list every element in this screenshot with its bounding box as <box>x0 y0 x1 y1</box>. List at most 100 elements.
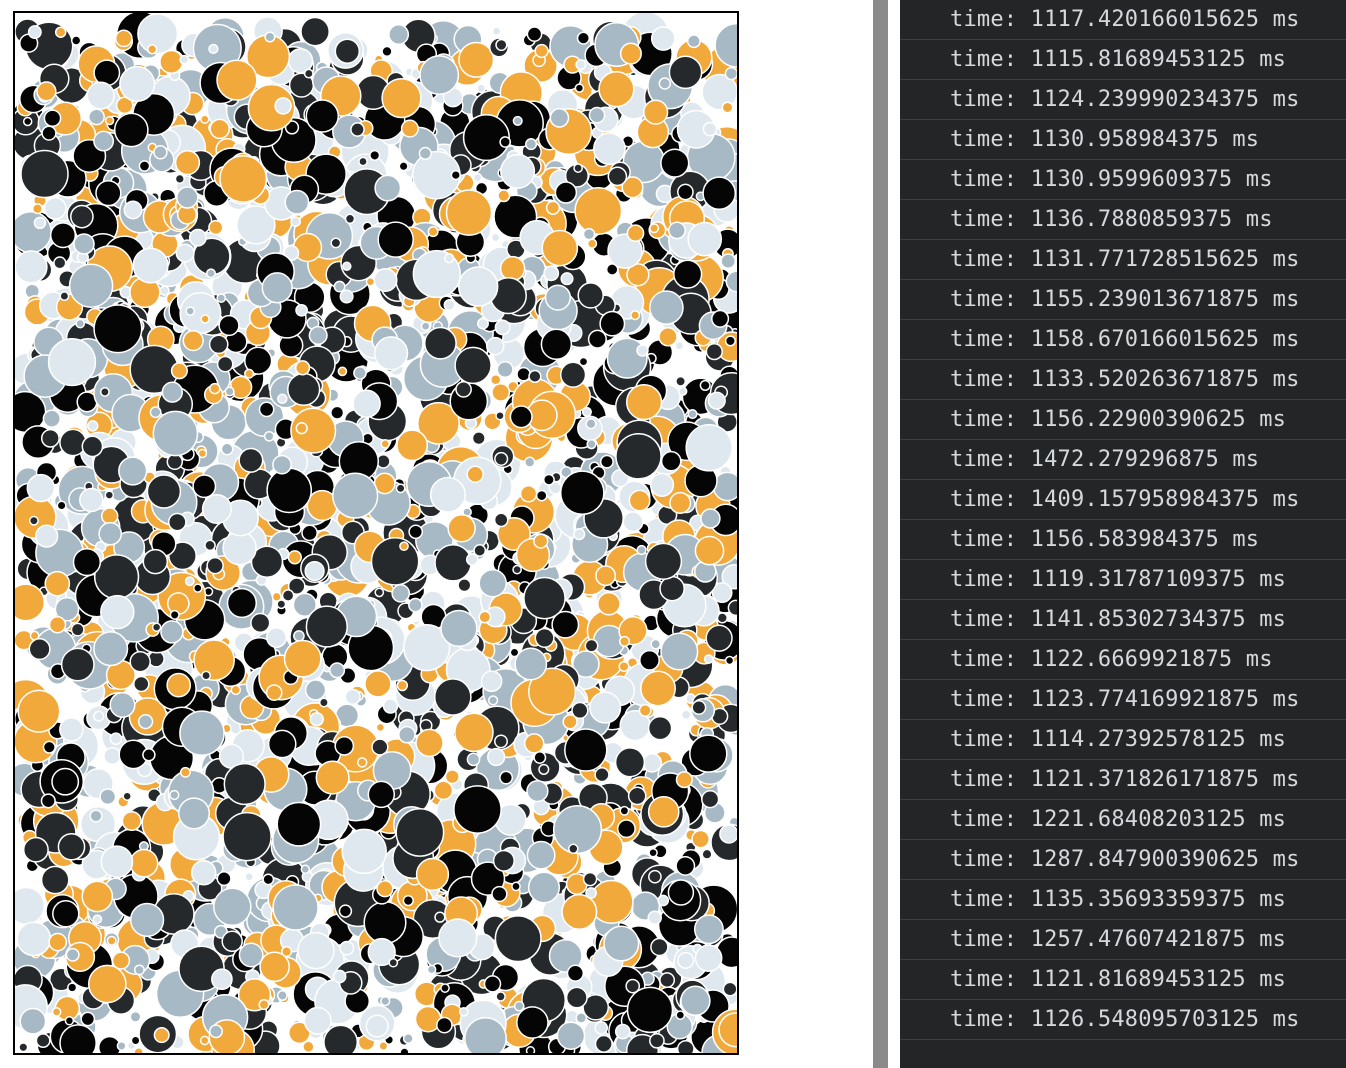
bubble <box>99 386 110 397</box>
bubble <box>201 670 212 681</box>
bubble <box>295 303 308 317</box>
bubble <box>27 25 42 40</box>
bubble <box>303 1006 332 1035</box>
console-log-row: time: 1130.9599609375 ms <box>900 160 1346 200</box>
bubble <box>373 336 409 371</box>
bubble <box>649 472 675 497</box>
bubble <box>132 247 169 284</box>
bubble <box>395 483 406 494</box>
panel-divider[interactable] <box>873 0 888 1068</box>
bubble <box>330 405 345 420</box>
bubble <box>495 410 505 421</box>
bubble <box>478 568 507 598</box>
bubble <box>443 298 456 312</box>
bubble <box>374 587 385 598</box>
bubble <box>197 448 208 459</box>
bubble <box>544 284 572 311</box>
bubble <box>434 543 472 582</box>
console-log-row: time: 1257.47607421875 ms <box>900 920 1346 960</box>
bubble <box>216 293 227 303</box>
bubble <box>330 237 342 249</box>
bubble <box>304 560 325 582</box>
bubble <box>464 1016 507 1053</box>
console-log-row: time: 1122.6669921875 ms <box>900 640 1346 680</box>
bubble <box>650 937 669 957</box>
bubble <box>17 689 61 733</box>
console-log-row: time: 1158.670166015625 ms <box>900 320 1346 360</box>
bubble <box>272 884 319 931</box>
bubble <box>28 515 39 526</box>
bubble <box>648 869 662 884</box>
bubble <box>675 1010 686 1020</box>
bubble <box>365 1014 389 1038</box>
bubble <box>573 527 586 541</box>
bubble <box>153 1027 170 1044</box>
bubble-canvas <box>13 11 739 1055</box>
bubble <box>22 116 33 127</box>
bubble <box>35 1033 51 1049</box>
bubble <box>297 931 335 970</box>
bubble <box>585 887 597 899</box>
bubble <box>222 530 257 566</box>
console-log-row: time: 1156.583984375 ms <box>900 520 1346 560</box>
console-log-row: time: 1115.81689453125 ms <box>900 40 1346 80</box>
bubble <box>582 227 596 241</box>
bubble <box>103 746 122 766</box>
bubble <box>575 59 587 71</box>
bubble <box>415 728 444 758</box>
bubble <box>722 981 737 997</box>
bubble <box>500 153 536 189</box>
bubble <box>137 713 154 730</box>
bubble <box>686 34 701 49</box>
bubble <box>16 921 52 957</box>
bubble <box>438 918 478 958</box>
console-log-row: time: 1156.22900390625 ms <box>900 400 1346 440</box>
bubble <box>434 911 446 923</box>
bubble <box>93 304 143 354</box>
bubble <box>266 627 287 649</box>
bubble <box>40 865 70 895</box>
bubble <box>15 886 46 926</box>
bubble <box>436 1016 453 1034</box>
bubble <box>402 1033 414 1044</box>
bubble <box>724 66 737 81</box>
bubble <box>57 832 86 861</box>
bubble <box>466 465 484 483</box>
bubble <box>433 678 472 716</box>
bubble <box>87 964 127 1004</box>
bubble <box>244 368 255 379</box>
bubble <box>100 845 134 879</box>
bubble <box>574 187 623 235</box>
console-log-row: time: 1123.774169921875 ms <box>900 680 1346 720</box>
bubble <box>54 26 67 38</box>
bubble <box>161 381 183 403</box>
bubble <box>142 748 156 762</box>
bubble <box>433 780 454 801</box>
bubble <box>218 314 240 337</box>
bubble <box>447 514 476 543</box>
bubble <box>626 986 674 1034</box>
bubble <box>533 533 549 549</box>
bubble <box>573 163 583 173</box>
bubble <box>494 451 509 466</box>
bubble <box>175 243 195 263</box>
bubble <box>68 263 114 308</box>
console-log-row: time: 1141.85302734375 ms <box>900 600 1346 640</box>
bubble <box>365 276 376 287</box>
bubble <box>133 1047 144 1053</box>
bubble <box>472 172 483 183</box>
bubble <box>668 55 703 90</box>
bubble <box>109 732 123 746</box>
console-log-row: time: 1221.68408203125 ms <box>900 800 1346 840</box>
bubble <box>495 38 508 52</box>
bubble <box>43 109 62 128</box>
bubble <box>375 722 386 733</box>
bubble <box>98 521 123 546</box>
bubble <box>146 474 182 509</box>
bubble <box>159 49 184 75</box>
bubble <box>166 672 192 698</box>
bubble <box>559 470 605 516</box>
bubble <box>378 1041 389 1051</box>
bubble <box>491 885 508 903</box>
bubble <box>222 811 272 862</box>
